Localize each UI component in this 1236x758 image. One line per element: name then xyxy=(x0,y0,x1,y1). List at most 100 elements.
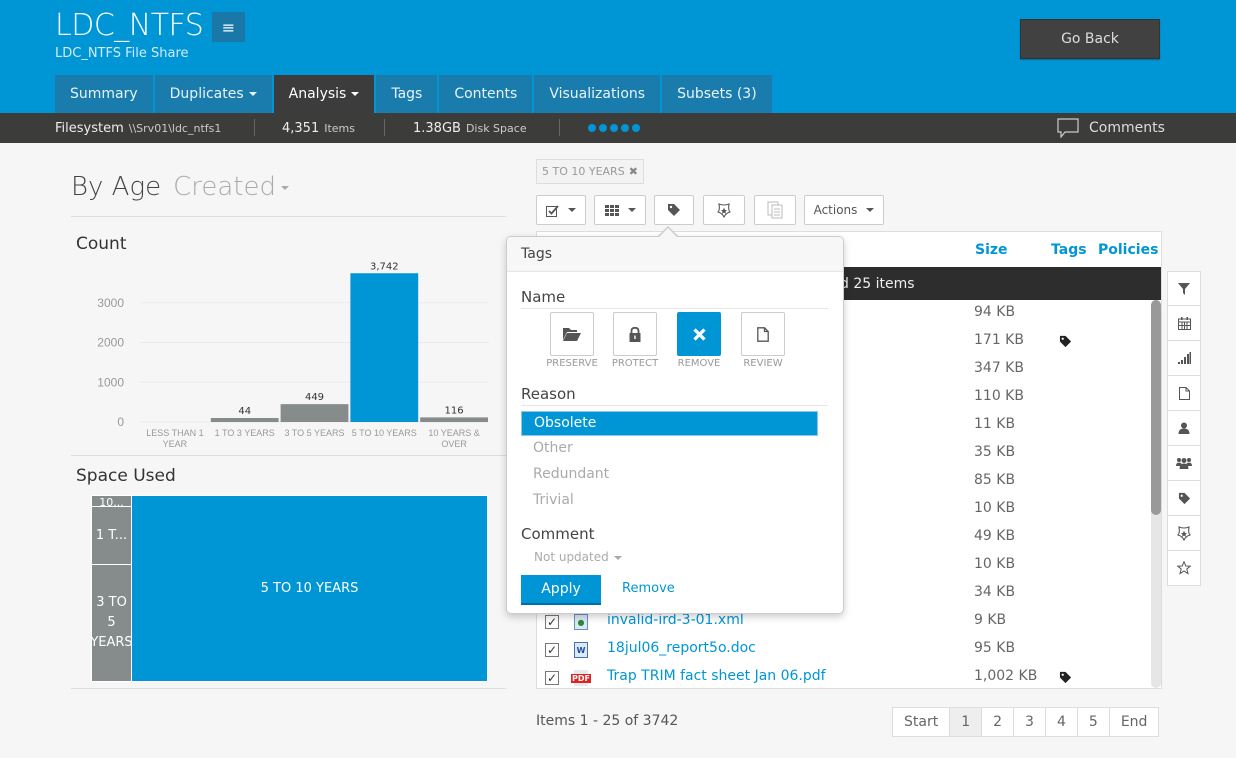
date-tool[interactable] xyxy=(1167,306,1201,341)
tags-popover: Tags Name PRESERVE PROTECT REMOVE REVIEW… xyxy=(506,236,844,614)
page-2[interactable]: 2 xyxy=(981,708,1013,736)
page-1[interactable]: 1 xyxy=(949,708,982,736)
copy-button[interactable] xyxy=(754,195,796,225)
tag-option-protect[interactable] xyxy=(613,312,657,356)
row-checkbox[interactable]: ✓ xyxy=(545,671,559,685)
tag-icon xyxy=(1059,671,1072,684)
treemap-cell[interactable]: 1 T... xyxy=(91,506,132,565)
tab-tags[interactable]: Tags xyxy=(376,75,438,113)
file-size: 34 KB xyxy=(974,584,1016,600)
app-title: LDC_NTFS xyxy=(55,8,204,43)
policy-tool[interactable] xyxy=(1167,516,1201,551)
tab-visualizations[interactable]: Visualizations xyxy=(534,75,661,113)
reason-option-trivial[interactable]: Trivial xyxy=(521,489,818,514)
file-name-link[interactable]: invalid-ird-3-01.xml xyxy=(607,612,744,628)
main-tabs: Summary Duplicates Analysis Tags Content… xyxy=(55,75,772,113)
comments-button[interactable]: Comments xyxy=(1057,113,1165,143)
owner-tool[interactable] xyxy=(1167,411,1201,446)
tab-summary[interactable]: Summary xyxy=(55,75,153,113)
divider xyxy=(71,216,506,217)
badge-icon xyxy=(716,203,732,218)
reason-option-other[interactable]: Other xyxy=(521,437,818,462)
bar[interactable] xyxy=(210,418,279,422)
tags-button[interactable] xyxy=(654,195,694,225)
tab-subsets[interactable]: Subsets (3) xyxy=(662,75,772,113)
tag-option-preserve[interactable] xyxy=(550,312,594,356)
file-size: 35 KB xyxy=(974,444,1016,460)
page-start[interactable]: Start xyxy=(893,708,949,736)
file-size: 11 KB xyxy=(974,416,1016,432)
file-size: 10 KB xyxy=(974,556,1016,572)
tag-caption: REVIEW xyxy=(743,358,783,369)
x-tick-label: 3 TO 5 YEARS xyxy=(284,428,344,438)
row-checkbox[interactable]: ✓ xyxy=(545,643,559,657)
reason-option-redundant[interactable]: Redundant xyxy=(521,463,818,488)
apply-button[interactable]: Apply xyxy=(521,575,601,605)
page-4[interactable]: 4 xyxy=(1044,708,1077,736)
columns-menu-button[interactable] xyxy=(594,195,646,225)
checkbox-icon xyxy=(546,204,559,217)
file-size: 85 KB xyxy=(974,472,1016,488)
file-name-link[interactable]: Trap TRIM fact sheet Jan 06.pdf xyxy=(607,668,826,684)
remove-filter-icon[interactable]: ✖ xyxy=(629,165,638,178)
file-name-link[interactable]: 18jul06_report5o.doc xyxy=(607,640,756,656)
file-type-tool[interactable] xyxy=(1167,376,1201,411)
treemap-cell[interactable]: 5 TO 10 YEARS xyxy=(131,495,488,682)
policies-button[interactable] xyxy=(703,195,745,225)
grid-icon xyxy=(604,204,619,216)
name-label: Name xyxy=(521,288,566,306)
table-row[interactable]: ✓ W 18jul06_report5o.doc 95 KB xyxy=(537,636,1151,664)
filter-tool[interactable] xyxy=(1167,271,1201,306)
column-header-policies[interactable]: Policies xyxy=(1098,242,1158,258)
tab-contents[interactable]: Contents xyxy=(439,75,533,113)
page-3[interactable]: 3 xyxy=(1013,708,1045,736)
size-tool[interactable] xyxy=(1167,341,1201,376)
xml-file-icon: ● xyxy=(574,614,588,630)
x-tick-label: 1 TO 3 YEARS xyxy=(215,428,275,438)
page-5[interactable]: 5 xyxy=(1076,708,1109,736)
go-back-button[interactable]: Go Back xyxy=(1020,19,1160,59)
column-header-size[interactable]: Size xyxy=(975,242,1008,258)
file-size: 95 KB xyxy=(974,640,1016,656)
row-checkbox[interactable]: ✓ xyxy=(545,615,559,629)
reason-option-obsolete[interactable]: Obsolete xyxy=(521,411,818,436)
tag-tool[interactable] xyxy=(1167,481,1201,516)
tab-analysis[interactable]: Analysis xyxy=(273,75,375,113)
badge-icon xyxy=(1176,526,1192,541)
hamburger-menu-button[interactable]: ≡ xyxy=(212,12,245,42)
tag-caption: REMOVE xyxy=(677,358,721,369)
items-summary: Items 1 - 25 of 3742 xyxy=(536,713,679,729)
remove-link[interactable]: Remove xyxy=(622,581,675,596)
group-tool[interactable] xyxy=(1167,446,1201,481)
file-icon xyxy=(757,326,769,342)
actions-menu-button[interactable]: Actions xyxy=(804,195,884,225)
hamburger-icon: ≡ xyxy=(221,17,236,37)
file-size: 94 KB xyxy=(974,304,1016,320)
bar-value-label: 116 xyxy=(445,405,464,416)
table-scrollbar[interactable] xyxy=(1151,300,1161,688)
scrollbar-thumb[interactable] xyxy=(1151,300,1161,515)
tab-duplicates[interactable]: Duplicates xyxy=(154,75,272,113)
bar[interactable] xyxy=(280,404,349,422)
divider xyxy=(559,119,560,136)
y-tick-label: 0 xyxy=(117,415,124,429)
count-bar-chart: 0 1000 2000 3000 LESS THAN 1YEAR 44 1 TO 3 YEA… xyxy=(97,261,489,449)
caret-down-icon xyxy=(627,208,636,212)
side-toolbar xyxy=(1167,271,1201,586)
select-menu-button[interactable] xyxy=(536,195,586,225)
folder-open-icon xyxy=(563,328,581,341)
date-type-selector[interactable]: Created xyxy=(173,172,289,202)
tag-option-review[interactable] xyxy=(741,312,785,356)
caret-down-icon xyxy=(613,555,622,560)
column-header-tags[interactable]: Tags xyxy=(1051,242,1087,258)
filter-chip[interactable]: 5 TO 10 YEARS ✖ xyxy=(536,159,644,184)
favorite-tool[interactable] xyxy=(1167,551,1201,586)
page-end[interactable]: End xyxy=(1108,708,1159,736)
bar[interactable] xyxy=(350,273,419,422)
pdf-file-icon: PDF xyxy=(571,670,591,686)
treemap-cell[interactable]: 3 TO 5 YEARS xyxy=(91,564,132,682)
tag-option-remove[interactable] xyxy=(677,312,721,356)
table-row[interactable]: ✓ PDF Trap TRIM fact sheet Jan 06.pdf 1,002… xyxy=(537,664,1151,688)
bar[interactable] xyxy=(420,417,488,422)
comment-selector[interactable]: Not updated xyxy=(534,550,622,564)
